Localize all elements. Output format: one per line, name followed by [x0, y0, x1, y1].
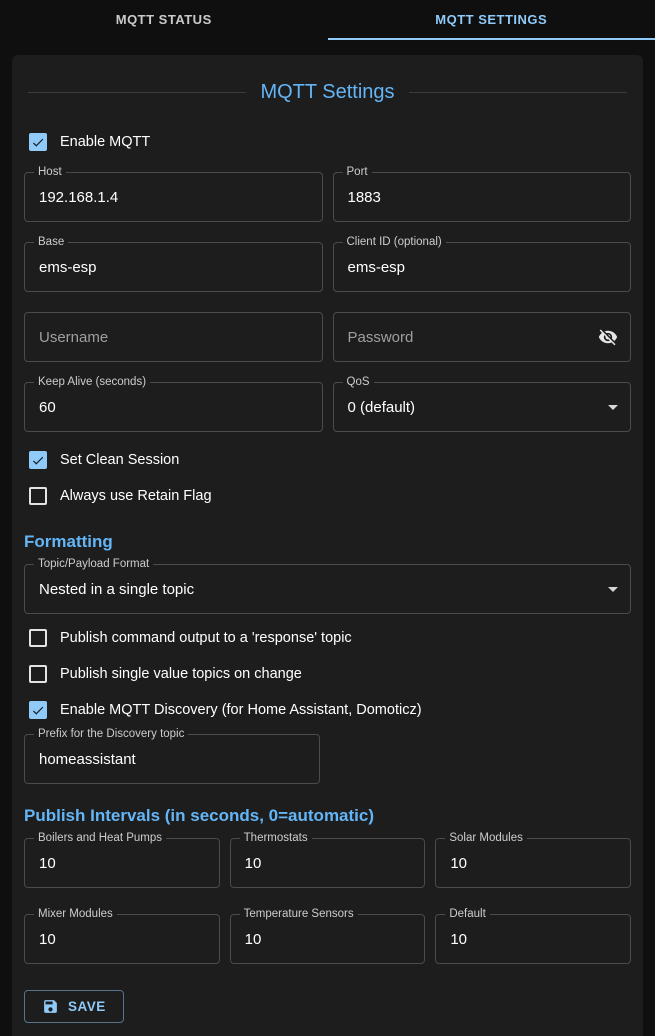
mqtt-settings-panel: MQTT Settings Enable MQTT Host 192.168.1… [12, 55, 643, 1036]
checkbox-icon [29, 665, 47, 683]
interval-value: 10 [245, 931, 262, 948]
username-placeholder: Username [39, 329, 108, 346]
checkbox-publish-single[interactable]: Publish single value topics on change [24, 656, 631, 692]
checkbox-publish-response[interactable]: Publish command output to a 'response' t… [24, 620, 631, 656]
interval-boilers-field[interactable]: Boilers and Heat Pumps 10 [24, 838, 220, 888]
keep-alive-field[interactable]: Keep Alive (seconds) 60 [24, 382, 323, 432]
tab-mqtt-settings[interactable]: MQTT SETTINGS [328, 0, 655, 40]
qos-label: QoS [343, 376, 374, 389]
interval-thermostats-field[interactable]: Thermostats 10 [230, 838, 426, 888]
section-heading-formatting: Formatting [24, 532, 631, 552]
toggle-password-visibility-button[interactable] [596, 325, 620, 349]
checkbox-label: Publish single value topics on change [60, 666, 302, 682]
interval-label: Thermostats [240, 832, 312, 845]
checkbox-label: Enable MQTT Discovery (for Home Assistan… [60, 702, 422, 718]
password-placeholder: Password [348, 329, 414, 346]
interval-value: 10 [450, 931, 467, 948]
base-field[interactable]: Base ems-esp [24, 242, 323, 292]
interval-value: 10 [39, 931, 56, 948]
checkbox-retain-flag[interactable]: Always use Retain Flag [24, 478, 631, 514]
port-value: 1883 [348, 189, 381, 206]
interval-value: 10 [450, 855, 467, 872]
title-divider-left [28, 92, 246, 93]
interval-label: Boilers and Heat Pumps [34, 832, 166, 845]
discovery-prefix-field[interactable]: Prefix for the Discovery topic homeassis… [24, 734, 320, 784]
checkbox-clean-session[interactable]: Set Clean Session [24, 442, 631, 478]
port-field[interactable]: Port 1883 [333, 172, 632, 222]
password-field[interactable]: Password [333, 312, 632, 362]
title-row: MQTT Settings [28, 81, 627, 104]
checkbox-label: Always use Retain Flag [60, 488, 212, 504]
host-label: Host [34, 166, 66, 179]
chevron-down-icon [608, 587, 618, 592]
qos-value: 0 (default) [348, 399, 416, 416]
save-button-label: SAVE [68, 999, 106, 1014]
topic-format-value: Nested in a single topic [39, 581, 194, 598]
checkbox-icon [29, 629, 47, 647]
checkbox-label: Enable MQTT [60, 134, 150, 150]
page-title: MQTT Settings [260, 81, 394, 104]
topic-format-label: Topic/Payload Format [34, 558, 153, 571]
username-field[interactable]: Username [24, 312, 323, 362]
interval-default-field[interactable]: Default 10 [435, 914, 631, 964]
interval-label: Mixer Modules [34, 908, 117, 921]
base-value: ems-esp [39, 259, 97, 276]
interval-label: Default [445, 908, 489, 921]
tab-mqtt-status[interactable]: MQTT STATUS [0, 0, 328, 40]
interval-temperature-field[interactable]: Temperature Sensors 10 [230, 914, 426, 964]
visibility-off-icon [598, 327, 618, 347]
interval-value: 10 [245, 855, 262, 872]
checkbox-mqtt-discovery[interactable]: Enable MQTT Discovery (for Home Assistan… [24, 692, 631, 728]
interval-label: Temperature Sensors [240, 908, 358, 921]
interval-solar-field[interactable]: Solar Modules 10 [435, 838, 631, 888]
keep-alive-label: Keep Alive (seconds) [34, 376, 150, 389]
client-id-field[interactable]: Client ID (optional) ems-esp [333, 242, 632, 292]
checkbox-label: Publish command output to a 'response' t… [60, 630, 352, 646]
client-id-label: Client ID (optional) [343, 236, 446, 249]
discovery-prefix-label: Prefix for the Discovery topic [34, 728, 188, 741]
port-label: Port [343, 166, 372, 179]
tab-bar: MQTT STATUS MQTT SETTINGS [0, 0, 655, 40]
base-label: Base [34, 236, 68, 249]
save-button[interactable]: SAVE [24, 990, 124, 1023]
checkbox-icon [29, 451, 47, 469]
host-value: 192.168.1.4 [39, 189, 118, 206]
checkbox-label: Set Clean Session [60, 452, 179, 468]
checkbox-icon [29, 133, 47, 151]
interval-value: 10 [39, 855, 56, 872]
section-heading-publish-intervals: Publish Intervals (in seconds, 0=automat… [24, 806, 631, 826]
checkbox-icon [29, 701, 47, 719]
keep-alive-value: 60 [39, 399, 56, 416]
title-divider-right [409, 92, 627, 93]
qos-select[interactable]: QoS 0 (default) [333, 382, 632, 432]
host-field[interactable]: Host 192.168.1.4 [24, 172, 323, 222]
checkbox-icon [29, 487, 47, 505]
chevron-down-icon [608, 405, 618, 410]
save-icon [42, 998, 59, 1015]
interval-mixer-field[interactable]: Mixer Modules 10 [24, 914, 220, 964]
discovery-prefix-value: homeassistant [39, 751, 136, 768]
interval-label: Solar Modules [445, 832, 527, 845]
topic-format-select[interactable]: Topic/Payload Format Nested in a single … [24, 564, 631, 614]
client-id-value: ems-esp [348, 259, 406, 276]
checkbox-enable-mqtt[interactable]: Enable MQTT [24, 124, 631, 160]
